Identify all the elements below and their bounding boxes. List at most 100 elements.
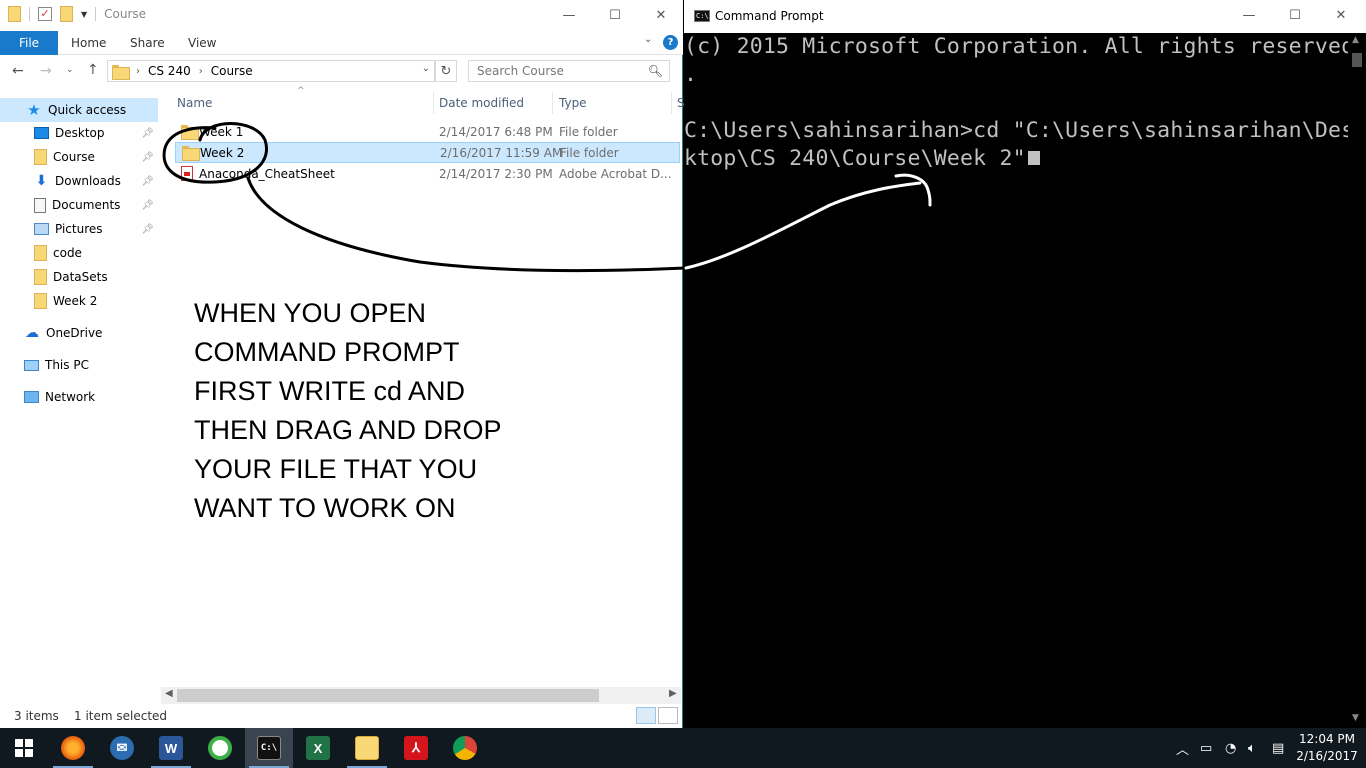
start-button[interactable] xyxy=(0,728,48,768)
customize-toolbar-chevron-icon[interactable]: ▼ xyxy=(81,10,87,19)
desktop-icon xyxy=(34,127,49,139)
excel-icon: X xyxy=(306,736,330,760)
scrollbar-thumb[interactable] xyxy=(1352,53,1362,67)
console-line: C:\Users\sahinsarihan>cd "C:\Users\sahin… xyxy=(684,118,1355,143)
maximize-button[interactable]: ☐ xyxy=(1272,0,1318,31)
tab-view[interactable]: View xyxy=(188,36,216,50)
file-date: 2/16/2017 11:59 AM xyxy=(440,145,563,160)
firefox-icon xyxy=(61,736,85,760)
cmd-titlebar: C:\ Command Prompt — ☐ ✕ xyxy=(684,0,1366,33)
taskbar-file-explorer[interactable] xyxy=(343,728,391,768)
window-controls: — ☐ ✕ xyxy=(546,0,684,31)
nav-item-pictures[interactable]: Pictures 📌︎ xyxy=(0,217,158,241)
text-cursor xyxy=(1027,151,1040,165)
minimize-button[interactable]: — xyxy=(1226,0,1272,31)
taskbar-word[interactable]: W xyxy=(147,728,195,768)
column-header-date[interactable]: Date modified xyxy=(439,96,524,110)
forward-arrow-icon[interactable]: → xyxy=(40,63,52,79)
taskbar-cmd[interactable]: C:\ xyxy=(245,728,293,768)
taskbar-thunderbird[interactable]: ✉ xyxy=(98,728,146,768)
file-row[interactable]: Week 1 2/14/2017 6:48 PM File folder xyxy=(175,121,680,142)
instruction-note: WHEN YOU OPEN COMMAND PROMPT FIRST WRITE… xyxy=(194,294,502,528)
column-divider[interactable] xyxy=(552,92,553,114)
scroll-left-icon[interactable]: ◀ xyxy=(165,688,173,699)
address-dropdown-chevron-icon[interactable]: ⌄ xyxy=(422,63,430,74)
desktop-screen: ✓ ▼ Course — ☐ ✕ File Home Share View ⌄ … xyxy=(0,0,1366,768)
expand-ribbon-icon[interactable]: ⌄ xyxy=(644,34,652,45)
nav-item-code[interactable]: code xyxy=(0,241,158,265)
nav-item-week-2[interactable]: Week 2 xyxy=(0,289,158,313)
explorer-titlebar: ✓ ▼ Course — ☐ ✕ xyxy=(0,0,683,31)
taskbar-chrome[interactable] xyxy=(441,728,489,768)
vertical-scrollbar[interactable]: ▲ ▼ xyxy=(1348,33,1366,728)
instruction-line: YOUR FILE THAT YOU xyxy=(194,454,478,484)
nav-item-label: Network xyxy=(45,390,96,404)
console-output[interactable]: (c) 2015 Microsoft Corporation. All righ… xyxy=(684,33,1354,173)
folder-icon xyxy=(355,736,379,760)
scrollbar-thumb[interactable] xyxy=(177,689,599,702)
back-arrow-icon[interactable]: ← xyxy=(12,63,24,79)
show-hidden-icons-chevron-icon[interactable]: ︿ xyxy=(1176,728,1189,768)
nav-item-network[interactable]: Network xyxy=(0,385,158,409)
taskbar-firefox[interactable] xyxy=(49,728,97,768)
search-placeholder: Search Course xyxy=(477,64,564,78)
pin-icon: 📌︎ xyxy=(141,199,154,211)
breadcrumb-cs240[interactable]: CS 240 xyxy=(148,64,191,78)
properties-icon[interactable]: ✓ xyxy=(38,7,52,21)
column-header-name[interactable]: Name xyxy=(177,96,212,110)
horizontal-scrollbar[interactable]: ◀ ▶ xyxy=(161,687,681,704)
nav-item-downloads[interactable]: ⬇ Downloads 📌︎ xyxy=(0,169,158,193)
close-button[interactable]: ✕ xyxy=(1318,0,1364,31)
volume-icon[interactable]: 🔈︎ xyxy=(1248,728,1256,768)
large-icons-view-button[interactable] xyxy=(658,707,678,724)
column-header-type[interactable]: Type xyxy=(559,96,587,110)
tab-file[interactable]: File xyxy=(0,31,58,55)
breadcrumb-separator-icon: › xyxy=(198,65,203,77)
wifi-icon[interactable]: ◔ xyxy=(1225,728,1236,768)
help-icon[interactable]: ? xyxy=(663,35,678,50)
taskbar-app-green[interactable] xyxy=(196,728,244,768)
console-line: ktop\CS 240\Course\Week 2" xyxy=(684,146,1026,171)
up-arrow-icon[interactable]: ↑ xyxy=(87,62,99,78)
recent-locations-chevron-icon[interactable]: ⌄ xyxy=(66,65,74,75)
taskbar-excel[interactable]: X xyxy=(294,728,342,768)
scroll-up-icon[interactable]: ▲ xyxy=(1352,35,1359,45)
close-button[interactable]: ✕ xyxy=(638,0,684,31)
address-bar[interactable]: › CS 240 › Course ⌄ xyxy=(107,60,435,82)
file-explorer-window: ✓ ▼ Course — ☐ ✕ File Home Share View ⌄ … xyxy=(0,0,685,728)
console-line: . xyxy=(684,62,698,87)
maximize-button[interactable]: ☐ xyxy=(592,0,638,31)
file-date: 2/14/2017 2:30 PM xyxy=(439,166,553,181)
nav-item-desktop[interactable]: Desktop 📌︎ xyxy=(0,121,158,145)
pin-icon: 📌︎ xyxy=(141,223,154,235)
file-row[interactable]: Anaconda_CheatSheet 2/14/2017 2:30 PM Ad… xyxy=(175,163,680,184)
column-divider[interactable] xyxy=(433,92,434,114)
battery-icon[interactable]: ▭ xyxy=(1200,728,1212,768)
nav-item-documents[interactable]: Documents 📌︎ xyxy=(0,193,158,217)
nav-item-onedrive[interactable]: ☁ OneDrive xyxy=(0,321,158,345)
divider xyxy=(95,7,97,21)
scroll-right-icon[interactable]: ▶ xyxy=(669,688,677,699)
file-row-selected[interactable]: Week 2 2/16/2017 11:59 AM File folder xyxy=(175,142,680,163)
new-folder-icon[interactable] xyxy=(60,6,73,22)
minimize-button[interactable]: — xyxy=(546,0,592,31)
system-clock[interactable]: 12:04 PM 2/16/2017 xyxy=(1293,731,1361,765)
taskbar-acrobat[interactable]: ⅄ xyxy=(392,728,440,768)
breadcrumb-course[interactable]: Course xyxy=(211,64,253,78)
nav-item-this-pc[interactable]: This PC xyxy=(0,353,158,377)
nav-item-label: Desktop xyxy=(55,126,105,140)
tab-home[interactable]: Home xyxy=(71,36,106,50)
ribbon-tabs: File Home Share View ⌄ ? xyxy=(0,31,683,55)
search-input[interactable]: Search Course 🔍︎ xyxy=(468,60,670,82)
nav-item-course[interactable]: Course 📌︎ xyxy=(0,145,158,169)
refresh-button[interactable]: ↻ xyxy=(435,60,457,82)
column-divider[interactable] xyxy=(671,92,672,114)
tab-share[interactable]: Share xyxy=(130,36,165,50)
nav-item-quick-access[interactable]: ★ Quick access xyxy=(0,98,158,122)
pdf-icon xyxy=(181,166,193,181)
details-view-button[interactable] xyxy=(636,707,656,724)
nav-item-label: DataSets xyxy=(53,270,108,284)
scroll-down-icon[interactable]: ▼ xyxy=(1352,713,1359,723)
nav-item-datasets[interactable]: DataSets xyxy=(0,265,158,289)
action-center-icon[interactable]: ▤ xyxy=(1272,728,1284,768)
